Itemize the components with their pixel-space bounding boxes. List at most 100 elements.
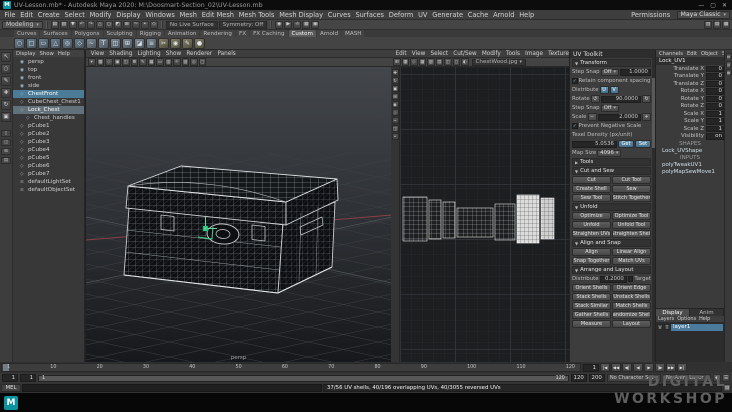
menu-item[interactable]: Display xyxy=(15,51,37,57)
workspace-selector[interactable]: Maya Classic ▾ xyxy=(676,10,730,19)
select-tool[interactable]: ↖ xyxy=(1,52,11,62)
toolkit-button[interactable]: Match UVs xyxy=(612,257,651,265)
shelf-tab[interactable]: Polygons xyxy=(71,30,103,37)
menu-item[interactable]: Textures xyxy=(547,51,569,57)
menu-item[interactable]: Edit Mesh xyxy=(199,11,236,19)
input-node-name[interactable]: polyTweakUV1 xyxy=(656,161,724,168)
move-step-snap-select[interactable]: Off ▾ xyxy=(600,68,620,76)
ao-toggle-icon[interactable]: ◎ xyxy=(190,58,198,66)
menu-item[interactable]: Help xyxy=(57,51,71,57)
menu-item[interactable]: Surfaces xyxy=(353,11,386,19)
outliner-item[interactable]: ◇ CubeChest_Chest1 xyxy=(13,98,84,106)
unfold-section-header[interactable]: ▼ Unfold xyxy=(572,203,651,211)
playback-end-field[interactable]: 120 xyxy=(570,374,587,382)
attribute-editor-tab-icon[interactable]: ▥ xyxy=(725,61,732,67)
menu-item[interactable]: Generate xyxy=(430,11,466,19)
channel-value-field[interactable]: 0 xyxy=(706,88,724,95)
selected-node-name[interactable]: Lock_UV1 xyxy=(656,57,724,65)
chest-model-wireframe[interactable] xyxy=(123,165,339,294)
outliner-item[interactable]: ◇ pCube6 xyxy=(13,162,84,170)
rotate-angle-field[interactable]: 90.0000 xyxy=(600,95,641,103)
uv-pinch-icon[interactable]: ◇ xyxy=(391,109,399,116)
outliner-item[interactable]: ◇ pCube3 xyxy=(13,138,84,146)
menu-item[interactable]: Mesh Display xyxy=(277,11,326,19)
toolkit-button[interactable]: Unstack Shells xyxy=(612,293,651,301)
select-object-icon[interactable]: ◻ xyxy=(104,20,113,29)
command-language-toggle[interactable]: MEL xyxy=(1,384,21,392)
playback-range-handle[interactable]: 1 120 xyxy=(39,375,568,381)
paint-select-tool[interactable]: ✎ xyxy=(1,76,11,86)
move-step-value-field[interactable]: 1.0000 xyxy=(620,68,651,76)
menu-item[interactable]: Select xyxy=(62,11,87,19)
animation-preferences-icon[interactable]: ☰ xyxy=(722,374,730,382)
shelf-target-weld-icon[interactable]: ◉ xyxy=(170,37,181,49)
toolkit-button[interactable]: Orient Edge xyxy=(612,284,651,292)
layout-single-pane[interactable]: ▯ xyxy=(1,130,11,137)
shelf-tab[interactable]: Custom xyxy=(288,30,316,37)
uv-smear-icon[interactable]: ~ xyxy=(391,117,399,124)
pixel-snap-icon[interactable]: ▦ xyxy=(401,58,409,66)
range-slider-bar[interactable]: 1 120 xyxy=(38,374,569,382)
channel-row[interactable]: Translate Y 0 xyxy=(656,73,724,81)
menu-item[interactable]: Image xyxy=(524,51,545,57)
command-input[interactable] xyxy=(22,384,322,392)
menu-item[interactable]: Edit xyxy=(686,51,698,57)
toolkit-button[interactable]: Orient Shells xyxy=(572,284,611,292)
menu-item[interactable]: Cut/Sew xyxy=(452,51,479,57)
toolkit-button[interactable]: Linear Align xyxy=(612,248,651,256)
isolate-select-icon[interactable]: ◻ xyxy=(452,58,460,66)
shelf-tab[interactable]: Sculpting xyxy=(103,30,136,37)
scene-new-icon[interactable]: ▤ xyxy=(50,20,59,29)
camera-attributes-icon[interactable]: ◇ xyxy=(105,58,113,66)
menu-item[interactable]: Help xyxy=(517,11,537,19)
shelf-cube-icon[interactable]: □ xyxy=(26,37,37,49)
layout-two-pane[interactable]: ◫ xyxy=(1,139,11,146)
outliner-item[interactable]: ◉ front xyxy=(13,74,84,82)
shelf-multicut-icon[interactable]: ✂ xyxy=(158,37,169,49)
menu-item[interactable]: Mesh xyxy=(177,11,199,19)
outliner-item[interactable]: ◉ top xyxy=(13,66,84,74)
shelf-tab[interactable]: Rigging xyxy=(136,30,164,37)
playback-start-field[interactable]: 1 xyxy=(20,374,36,382)
playback-button[interactable]: ▶| xyxy=(677,363,687,372)
scale-tool[interactable]: ▣ xyxy=(1,112,11,122)
outliner-item[interactable]: ≡ defaultLightSet xyxy=(13,178,84,186)
scale-up-button[interactable]: + xyxy=(642,113,651,121)
2d-pan-zoom-icon[interactable]: ⊞ xyxy=(130,58,138,66)
playback-button[interactable]: ◀| xyxy=(622,363,632,372)
menu-item[interactable]: Deform xyxy=(386,11,415,19)
channel-value-field[interactable]: on xyxy=(706,133,724,140)
shelf-smooth-icon[interactable]: ● xyxy=(194,37,205,49)
playback-button[interactable]: ▶ xyxy=(644,363,654,372)
close-button[interactable]: ✕ xyxy=(722,2,727,9)
shelf-plane-icon[interactable]: ◇ xyxy=(74,37,85,49)
menu-item[interactable]: Renderer xyxy=(185,51,214,57)
redo-icon[interactable]: ↷ xyxy=(86,20,95,29)
align-snap-section-header[interactable]: ▼ Align and Snap xyxy=(572,239,651,247)
target-checkbox[interactable] xyxy=(627,276,634,282)
tools-section-header[interactable]: ▶ Tools xyxy=(572,158,651,166)
outliner-item[interactable]: ≡ defaultObjectSet xyxy=(13,186,84,194)
toolkit-button[interactable]: Stack Shells xyxy=(572,293,611,301)
toolkit-button[interactable]: Match Shells xyxy=(612,302,651,310)
channel-value-field[interactable]: 0 xyxy=(706,80,724,87)
snap-to-point-icon[interactable]: • xyxy=(140,20,149,29)
undo-icon[interactable]: ↶ xyxy=(77,20,86,29)
distribute-v-button[interactable]: V xyxy=(609,86,619,94)
lock-camera-icon[interactable]: ▦ xyxy=(96,58,104,66)
channel-box-tab-icon[interactable]: ▤ xyxy=(725,53,732,59)
layout-four-pane[interactable]: ⊞ xyxy=(1,148,11,155)
render-settings-icon[interactable]: ☼ xyxy=(293,20,302,29)
layer-display-type-toggle[interactable]: T xyxy=(664,324,670,330)
channel-row[interactable]: Rotate Z 0 xyxy=(656,103,724,111)
channel-value-field[interactable]: 0 xyxy=(706,65,724,72)
display-toggle-icon[interactable]: ▣ xyxy=(311,20,320,29)
distortion-display-icon[interactable]: ▨ xyxy=(427,58,435,66)
shelf-tab[interactable]: Arnold xyxy=(316,30,342,37)
tool-settings-tab-icon[interactable]: ▦ xyxy=(725,69,732,75)
bookmarks-icon[interactable]: ▣ xyxy=(113,58,121,66)
shelf-tab[interactable]: FX Caching xyxy=(250,30,288,37)
map-size-select[interactable]: 4096 ▾ xyxy=(597,149,622,157)
shelf-tab[interactable]: FX xyxy=(236,30,250,37)
toolkit-button[interactable]: Randomize Shells xyxy=(612,311,651,319)
